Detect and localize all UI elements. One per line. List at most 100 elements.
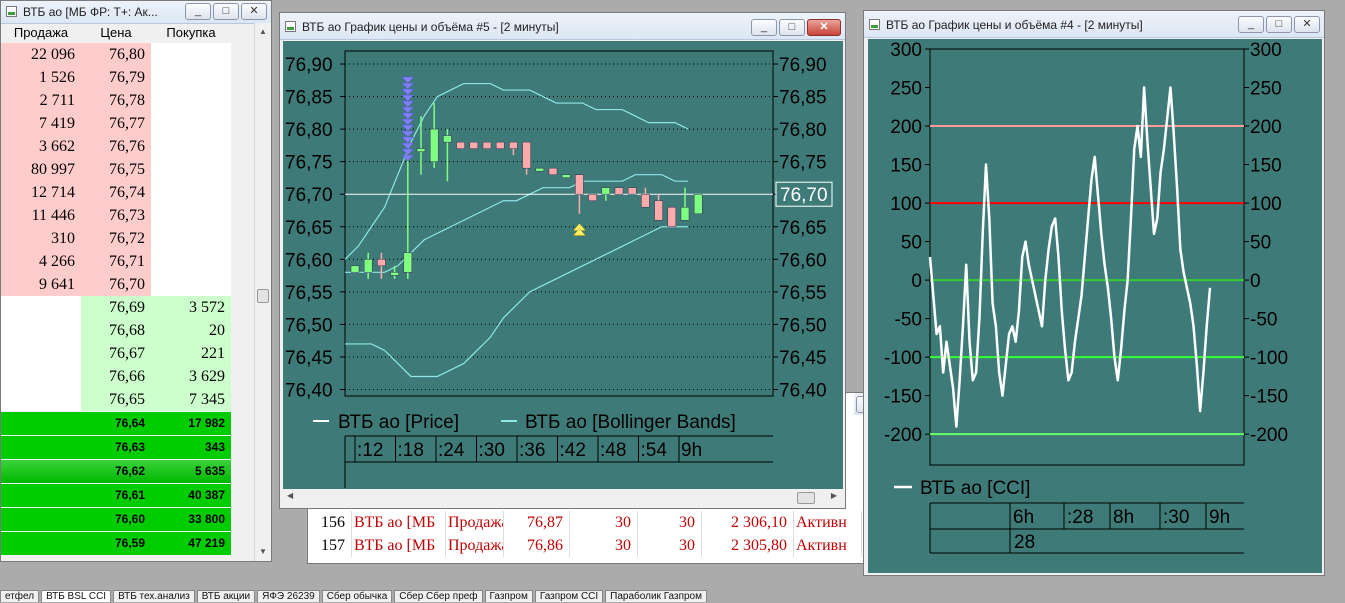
candle[interactable] <box>350 265 360 273</box>
orderbook-row[interactable]: 76,69 3 572 <box>1 296 251 319</box>
maximize-button[interactable]: □ <box>213 3 239 20</box>
minimize-button[interactable]: _ <box>185 3 211 20</box>
window-tab[interactable]: Параболик Газпром <box>605 590 707 602</box>
orderbook-row[interactable]: 80 997 76,75 <box>1 158 251 181</box>
candle[interactable] <box>614 187 624 195</box>
y-tick-label-right: 76,40 <box>779 380 827 401</box>
maximize-button[interactable]: □ <box>779 19 805 36</box>
y-tick-label-left: 76,40 <box>285 380 333 401</box>
candle[interactable] <box>390 265 399 279</box>
candle[interactable] <box>561 174 571 178</box>
orderbook-row[interactable]: 12 714 76,74 <box>1 181 251 204</box>
window-tab[interactable]: Газпром <box>484 590 533 602</box>
legend-bands-label: ВТБ ао [Bollinger Bands] <box>525 412 736 433</box>
candle[interactable] <box>548 167 558 175</box>
price-chart[interactable]: 76,90 76,90 76,85 76,85 76,80 76,80 76,75 76,75… <box>283 41 843 489</box>
minimize-button[interactable]: _ <box>1238 16 1264 33</box>
candle[interactable] <box>456 141 465 149</box>
candle-body <box>575 174 584 195</box>
orderbook-row[interactable]: 22 096 76,80 <box>1 43 251 66</box>
orderbook-titlebar[interactable]: ВТБ ао [МБ ФР: Т+: Ак... _ □ ✕ <box>1 1 271 24</box>
window-tab[interactable]: ВТБ акции <box>196 590 256 602</box>
scroll-thumb[interactable] <box>257 289 269 303</box>
orderbook-row[interactable]: 4 266 76,71 <box>1 250 251 273</box>
orderbook-row[interactable]: 2 711 76,78 <box>1 89 251 112</box>
orderbook-row[interactable]: 9 641 76,70 <box>1 273 251 296</box>
orderbook-row[interactable]: 76,61 40 387 <box>1 484 251 507</box>
buy-volume: 3 572 <box>151 296 231 319</box>
orderbook-row[interactable]: 1 526 76,79 <box>1 66 251 89</box>
orderbook-row[interactable]: 310 76,72 <box>1 227 251 250</box>
buy-volume <box>151 158 231 181</box>
orderbook-row[interactable]: 76,60 33 800 <box>1 508 251 531</box>
window-tab[interactable]: етфел <box>0 590 40 602</box>
orderbook-row[interactable]: 76,63 343 <box>1 436 251 459</box>
window-tab[interactable]: ЯФЭ 26239 <box>257 590 320 602</box>
orderbook-row[interactable]: 76,66 3 629 <box>1 365 251 388</box>
candle[interactable] <box>522 141 531 175</box>
window-tab[interactable]: Сбер Сбер преф <box>394 590 483 602</box>
table-row[interactable]: 157 ВТБ ао [МБ Продажа 76,86 30 30 2 305,80 Акт… <box>316 534 862 557</box>
candle[interactable] <box>495 141 505 149</box>
close-button[interactable]: ✕ <box>807 19 841 36</box>
y-tick-label-right: 250 <box>1250 79 1282 100</box>
candle[interactable] <box>482 141 492 149</box>
candle[interactable] <box>693 193 703 214</box>
orderbook-window: ВТБ ао [МБ ФР: Т+: Ак... _ □ ✕ Продажа Ц… <box>0 0 272 562</box>
candle[interactable] <box>667 206 677 228</box>
candle[interactable] <box>575 174 584 214</box>
candle[interactable] <box>363 252 373 279</box>
scroll-right-icon[interactable]: ▶ <box>831 491 837 500</box>
orderbook-row[interactable]: 7 419 76,77 <box>1 112 251 135</box>
orderbook-row[interactable]: 76,67 221 <box>1 342 251 365</box>
window-tab[interactable]: ВТБ тех.анализ <box>113 590 195 602</box>
scroll-up-icon[interactable]: ▲ <box>256 25 270 39</box>
orderbook-row[interactable]: 76,68 20 <box>1 319 251 342</box>
candle[interactable] <box>680 187 690 221</box>
maximize-button[interactable]: □ <box>1266 16 1292 33</box>
candle[interactable] <box>588 193 597 201</box>
candle[interactable] <box>535 167 545 172</box>
orderbook-row[interactable]: 76,62 5 635 <box>1 460 251 483</box>
buy-volume <box>151 273 231 296</box>
orderbook-scrollbar[interactable]: ▲ ▼ <box>254 23 271 561</box>
window-tab[interactable]: Сбер обычка <box>321 590 393 602</box>
candle[interactable] <box>469 141 479 149</box>
orderbook-row[interactable]: 76,64 17 982 <box>1 412 251 435</box>
cci-chart-titlebar[interactable]: ВТБ ао График цены и объёма #4 - [2 мину… <box>864 11 1324 38</box>
header-sell[interactable]: Продажа <box>1 23 81 43</box>
price-cell: 76,71 <box>81 250 151 273</box>
window-tab[interactable]: Газпром CCI <box>534 590 604 602</box>
orderbook-row[interactable]: 11 446 76,73 <box>1 204 251 227</box>
price-cell: 76,73 <box>81 204 151 227</box>
scroll-left-icon[interactable]: ◀ <box>287 491 293 500</box>
y-tick-label-left: 300 <box>890 40 922 61</box>
cci-chart[interactable]: 300 300 250 250 200 200 150 150 100 100 50 50 0 0 -50 -… <box>868 39 1322 573</box>
candle[interactable] <box>601 187 611 201</box>
candle[interactable] <box>641 187 650 208</box>
candle[interactable] <box>443 129 452 182</box>
candle[interactable] <box>377 252 386 279</box>
close-button[interactable]: ✕ <box>241 3 267 20</box>
orderbook-row[interactable]: 3 662 76,76 <box>1 135 251 158</box>
header-price[interactable]: Цена <box>81 23 151 43</box>
window-tab[interactable]: ВТБ BSL CCI <box>41 590 112 602</box>
y-tick-label-right: 50 <box>1250 233 1271 254</box>
orderbook-row[interactable]: 76,59 47 219 <box>1 532 251 555</box>
candle[interactable] <box>627 187 637 195</box>
candle[interactable] <box>429 103 439 169</box>
orderbook-row[interactable]: 76,65 7 345 <box>1 388 251 411</box>
close-button[interactable]: ✕ <box>1294 16 1320 33</box>
candle[interactable] <box>416 116 426 175</box>
time-tick-label: :30 <box>479 440 505 461</box>
minimize-button[interactable]: _ <box>751 19 777 36</box>
candle[interactable] <box>509 141 518 156</box>
price-chart-titlebar[interactable]: ВТБ ао График цены и объёма #5 - [2 мину… <box>280 13 845 40</box>
table-row[interactable]: 156 ВТБ ао [МБ Продажа 76,87 30 30 2 306,10 Акт… <box>316 511 862 534</box>
scroll-thumb[interactable] <box>797 492 815 504</box>
header-buy[interactable]: Покупка <box>151 23 231 43</box>
scroll-down-icon[interactable]: ▼ <box>256 545 270 559</box>
candle[interactable] <box>654 194 663 221</box>
price-h-scrollbar[interactable]: ◀ ▶ <box>283 489 843 506</box>
candle-body <box>482 141 492 149</box>
